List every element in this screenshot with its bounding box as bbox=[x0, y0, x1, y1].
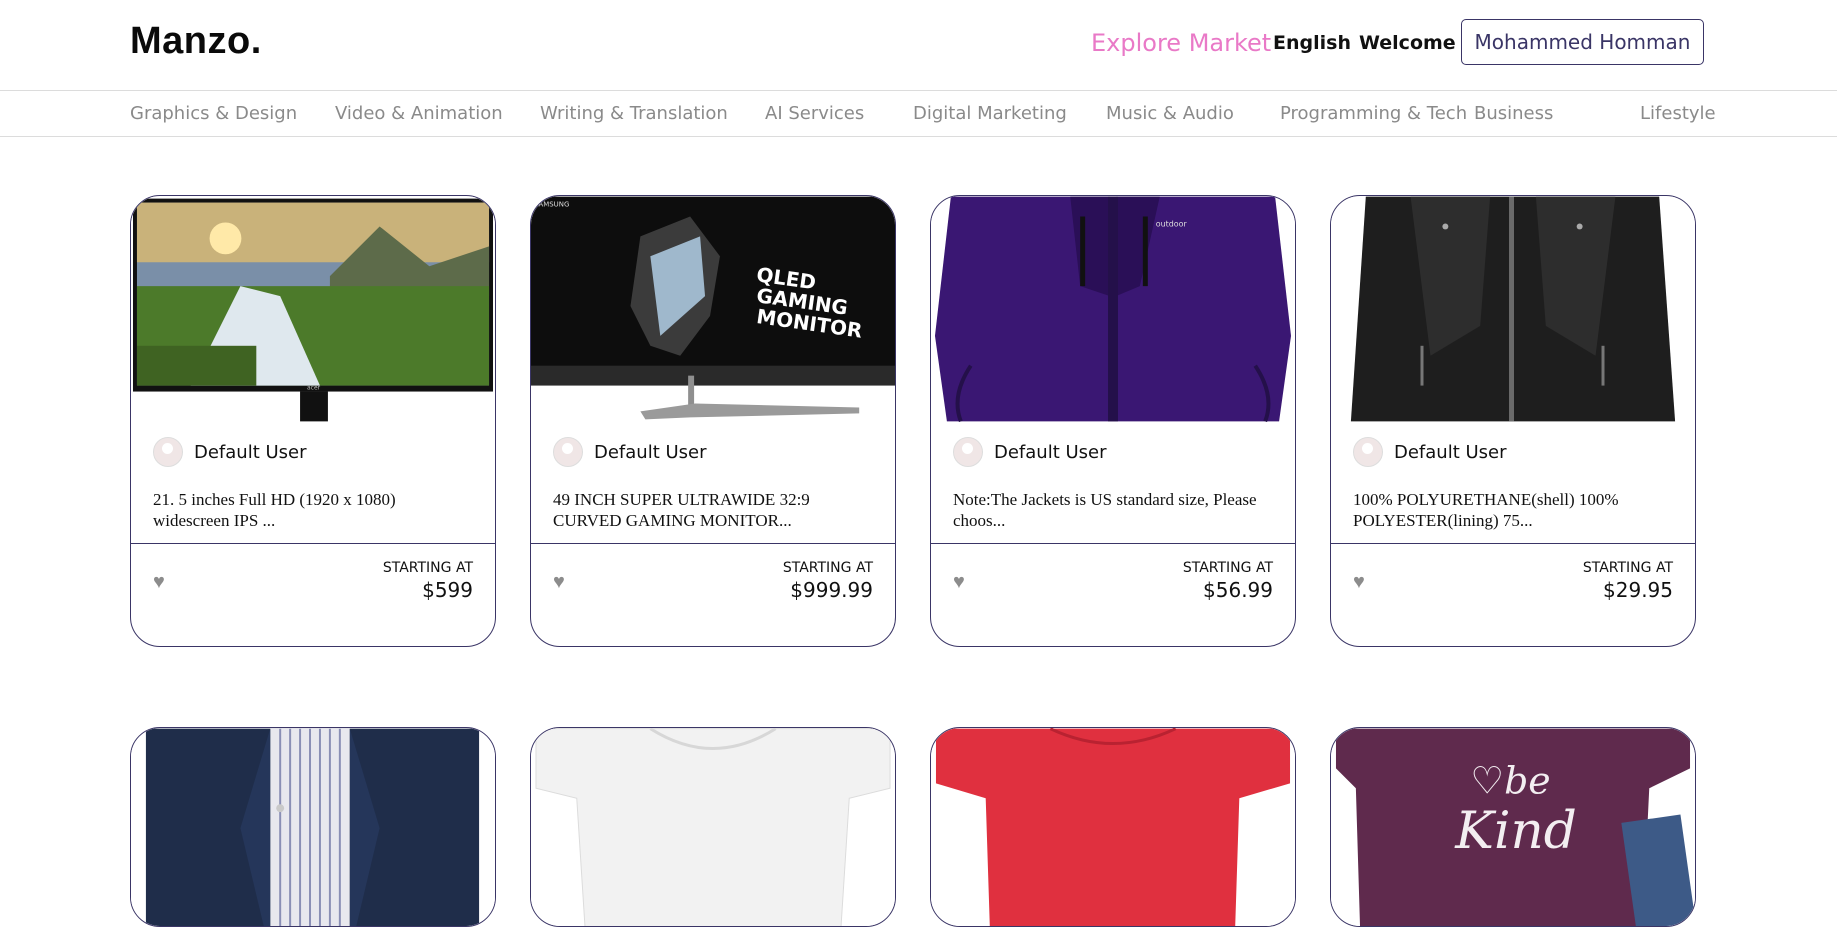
product-card[interactable] bbox=[530, 727, 896, 927]
product-card[interactable]: ♡be Kind bbox=[1330, 727, 1696, 927]
category-business[interactable]: Business bbox=[1474, 103, 1553, 124]
seller-name[interactable]: Default User bbox=[994, 442, 1107, 463]
product-card[interactable]: acer Default User 21. 5 inches Full HD (… bbox=[130, 195, 496, 647]
seller-avatar[interactable] bbox=[153, 437, 183, 467]
tshirt-line2-text: Kind bbox=[1454, 801, 1577, 861]
seller-avatar[interactable] bbox=[553, 437, 583, 467]
product-image-monitor[interactable]: acer bbox=[131, 196, 495, 422]
starting-at-label: STARTING AT bbox=[1582, 560, 1673, 576]
product-image-leather-jacket[interactable] bbox=[1331, 196, 1695, 422]
welcome-link[interactable]: Welcome bbox=[1359, 32, 1456, 54]
product-price: $999.99 bbox=[790, 578, 873, 602]
favorite-heart-icon[interactable]: ♥ bbox=[553, 571, 565, 594]
product-description[interactable]: 49 INCH SUPER ULTRAWIDE 32:9 CURVED GAMI… bbox=[553, 489, 873, 531]
product-card[interactable]: outdoor Default User Note:The Jackets is… bbox=[930, 195, 1296, 647]
product-description[interactable]: 21. 5 inches Full HD (1920 x 1080) wides… bbox=[153, 489, 473, 531]
product-price: $56.99 bbox=[1203, 578, 1273, 602]
product-card[interactable] bbox=[130, 727, 496, 927]
category-programming-tech[interactable]: Programming & Tech bbox=[1280, 103, 1467, 124]
product-card[interactable] bbox=[930, 727, 1296, 927]
category-lifestyle[interactable]: Lifestyle bbox=[1640, 103, 1716, 124]
category-nav: Graphics & Design Video & Animation Writ… bbox=[0, 91, 1837, 137]
user-account-button[interactable]: Mohammed Homman bbox=[1461, 19, 1704, 65]
product-card[interactable]: SAMSUNG QLED GAMING MONITOR Default User… bbox=[530, 195, 896, 647]
language-selector[interactable]: English bbox=[1273, 32, 1351, 54]
monitor-brand-text: acer bbox=[307, 385, 321, 392]
category-ai-services[interactable]: AI Services bbox=[765, 103, 864, 124]
curved-brand-text: SAMSUNG bbox=[534, 201, 569, 209]
favorite-heart-icon[interactable]: ♥ bbox=[953, 571, 965, 594]
category-music-audio[interactable]: Music & Audio bbox=[1106, 103, 1234, 124]
product-image-be-kind-tshirt[interactable]: ♡be Kind bbox=[1331, 728, 1695, 927]
card-divider bbox=[531, 543, 895, 544]
seller-avatar[interactable] bbox=[1353, 437, 1383, 467]
favorite-heart-icon[interactable]: ♥ bbox=[153, 571, 165, 594]
card-divider bbox=[931, 543, 1295, 544]
product-image-purple-jacket[interactable]: outdoor bbox=[931, 196, 1295, 422]
product-image-red-tshirt[interactable] bbox=[931, 728, 1295, 927]
product-description[interactable]: 100% POLYURETHANE(shell) 100% POLYESTER(… bbox=[1353, 489, 1673, 531]
product-description[interactable]: Note:The Jackets is US standard size, Pl… bbox=[953, 489, 1273, 531]
seller-name[interactable]: Default User bbox=[594, 442, 707, 463]
card-divider bbox=[131, 543, 495, 544]
seller-avatar[interactable] bbox=[953, 437, 983, 467]
category-graphics-design[interactable]: Graphics & Design bbox=[130, 103, 297, 124]
explore-market-link[interactable]: Explore Market bbox=[1091, 29, 1271, 57]
product-card[interactable]: Default User 100% POLYURETHANE(shell) 10… bbox=[1330, 195, 1696, 647]
product-price: $599 bbox=[422, 578, 473, 602]
seller-name[interactable]: Default User bbox=[194, 442, 307, 463]
jacket-brand-text: outdoor bbox=[1156, 219, 1188, 228]
logo[interactable]: Manzo. bbox=[130, 20, 262, 63]
product-price: $29.95 bbox=[1603, 578, 1673, 602]
seller-name[interactable]: Default User bbox=[1394, 442, 1507, 463]
product-image-curved-monitor[interactable]: SAMSUNG QLED GAMING MONITOR bbox=[531, 196, 895, 422]
category-writing-translation[interactable]: Writing & Translation bbox=[540, 103, 728, 124]
product-image-white-tshirt[interactable] bbox=[531, 728, 895, 927]
category-video-animation[interactable]: Video & Animation bbox=[335, 103, 503, 124]
starting-at-label: STARTING AT bbox=[782, 560, 873, 576]
tshirt-line1-text: ♡be bbox=[1470, 758, 1550, 802]
starting-at-label: STARTING AT bbox=[1182, 560, 1273, 576]
starting-at-label: STARTING AT bbox=[382, 560, 473, 576]
card-divider bbox=[1331, 543, 1695, 544]
favorite-heart-icon[interactable]: ♥ bbox=[1353, 571, 1365, 594]
category-digital-marketing[interactable]: Digital Marketing bbox=[913, 103, 1067, 124]
product-image-navy-jacket[interactable] bbox=[131, 728, 495, 927]
top-header: Manzo. Explore Market English Welcome Mo… bbox=[0, 0, 1837, 91]
